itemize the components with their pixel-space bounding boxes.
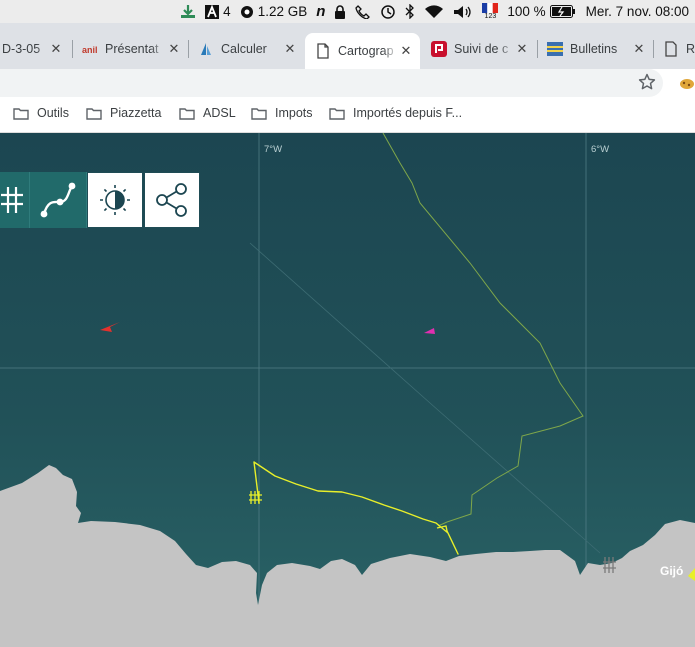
folder-icon [251,107,267,120]
contrast-tool-button[interactable] [87,172,143,228]
close-tab-icon[interactable]: ✕ [48,41,64,57]
battery-percent: 100 % [507,4,546,19]
phone-icon[interactable] [355,4,371,19]
bookmark-adsl[interactable]: ADSL [179,106,236,120]
wifi-icon[interactable] [424,4,444,19]
tab-suivi[interactable]: Suivi de c ✕ [421,33,536,65]
tab-calculer[interactable]: Calculer ✕ [188,33,304,65]
document-favicon-icon [665,41,677,57]
adobe-icon[interactable]: 4 [205,4,231,19]
document-favicon-icon [317,43,329,59]
clock[interactable]: Mer. 7 nov. 08:00 [586,4,689,19]
lock-icon[interactable] [334,4,346,19]
tab-d305[interactable]: D-3-05 ✕ [0,33,70,65]
tab-title: Suivi de c [454,42,509,56]
svg-text:anil: anil [82,45,98,55]
red-favicon-icon [431,41,447,57]
tab-cartographie[interactable]: Cartograp ✕ [305,33,420,69]
route-icon [40,182,76,218]
route-tool-button[interactable] [30,172,87,228]
address-bar-row [0,69,695,99]
bluetooth-icon[interactable] [405,4,415,19]
memory-monitor[interactable]: 1.22 GB [240,4,308,19]
close-tab-icon[interactable]: ✕ [631,41,647,57]
tab-bulletins[interactable]: Bulletins ✕ [537,33,653,65]
bookmark-label: Importés depuis F... [353,106,463,120]
close-tab-icon[interactable]: ✕ [398,43,414,59]
bookmark-star-icon[interactable] [638,73,656,91]
close-tab-icon[interactable]: ✕ [166,41,182,57]
bookmark-label: Outils [37,106,69,120]
bookmark-label: ADSL [203,106,236,120]
battery-icon [549,5,575,18]
tab-title: Re [686,42,695,56]
browser-tabstrip: D-3-05 ✕ anil Présentat ✕ Calculer ✕ Car… [0,23,695,69]
close-tab-icon[interactable]: ✕ [282,41,298,57]
memory-gauge-icon [240,5,253,18]
sailing-favicon-icon [201,43,211,55]
bookmarks-bar: Outils Piazzetta ADSL Impots Importés de… [0,99,695,133]
tab-title: Présentat [105,42,159,56]
grid-icon [0,187,23,213]
folder-icon [179,107,195,120]
share-icon [156,183,187,217]
tab-title: Bulletins [570,42,618,56]
extension-icon[interactable] [679,75,695,91]
time-machine-icon[interactable] [380,4,396,20]
close-tab-icon[interactable]: ✕ [514,41,530,57]
macos-menubar: 4 1.22 GB n 123 100 % Mer. 7 nov. 08:00 [0,0,695,23]
adobe-count: 4 [223,4,231,19]
n-app-icon[interactable]: n [316,3,325,20]
tab-title: D-3-05 [2,42,41,56]
bookmark-piazzetta[interactable]: Piazzetta [86,106,161,120]
download-icon[interactable] [180,4,196,19]
folder-icon [13,107,29,120]
bookmark-label: Piazzetta [110,106,162,120]
input-source-flag[interactable]: 123 [482,3,499,20]
bookmark-imported[interactable]: Importés depuis F... [329,106,462,120]
folder-icon [86,107,102,120]
input-source-label: 123 [484,13,497,20]
volume-icon[interactable] [453,5,473,19]
contrast-icon [100,185,130,215]
folder-icon [329,107,345,120]
tab-title: Cartograp [338,44,394,58]
battery-status[interactable]: 100 % [507,4,575,19]
omnibox[interactable] [0,69,663,97]
bookmark-label: Impots [275,106,313,120]
place-label: Gijó [660,564,684,578]
memory-value: 1.22 GB [257,4,308,19]
share-tool-button[interactable] [144,172,200,228]
weather-map-favicon-icon [547,42,563,56]
bookmark-outils[interactable]: Outils [13,106,69,120]
longitude-label: 6°W [591,144,610,155]
anil-favicon-icon: anil [82,45,98,55]
french-flag-icon [482,3,499,13]
bookmark-impots[interactable]: Impots [251,106,313,120]
chart-map[interactable]: 7°W 6°W Gijó [0,133,695,647]
tab-title: Calculer [221,42,267,56]
tab-re[interactable]: Re [653,33,695,65]
longitude-label: 7°W [264,144,283,155]
grid-tool-button[interactable] [0,172,30,228]
tab-presentation[interactable]: anil Présentat ✕ [72,33,188,65]
